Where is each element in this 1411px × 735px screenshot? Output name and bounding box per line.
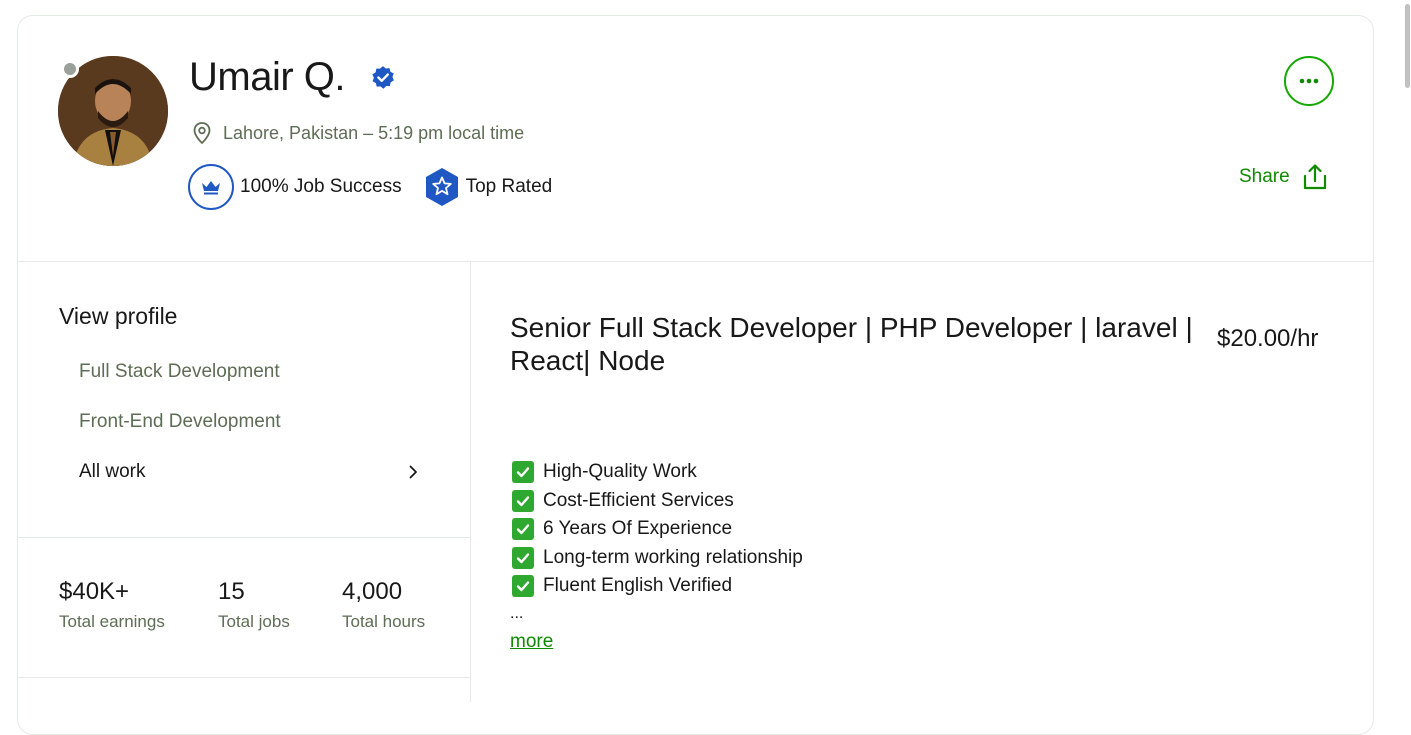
feature-text: Fluent English Verified [543,575,733,597]
share-label: Share [1239,166,1290,187]
share-icon [1303,164,1326,190]
feature-text: 6 Years Of Experience [543,518,733,540]
scrollbar-thumb[interactable] [1405,4,1410,88]
location-text: Lahore, Pakistan – 5:19 pm local time [223,122,525,143]
ellipsis-icon [1299,78,1319,84]
chevron-right-icon [409,465,417,479]
check-mark-icon [512,461,534,484]
feature-list: High-Quality Work Cost-Efficient Service… [512,458,803,601]
profile-title: Senior Full Stack Developer | PHP Develo… [510,312,1193,376]
feature-item: High-Quality Work [512,458,803,487]
stats-divider [18,677,470,678]
sidebar-item-front-end-development[interactable]: Front-End Development [79,411,281,433]
feature-item: Cost-Efficient Services [512,487,803,516]
job-success-label: 100% Job Success [240,176,402,197]
view-profile-heading: View profile [59,303,178,329]
header-divider [18,261,1373,262]
stat-value: $40K+ [59,578,130,605]
sidebar-item-full-stack-development[interactable]: Full Stack Development [79,361,280,383]
top-rated-badge: Top Rated [424,167,553,207]
location-row: Lahore, Pakistan – 5:19 pm local time [191,121,524,145]
feature-text: Cost-Efficient Services [543,489,734,511]
stat-total-earnings: $40K+ Total earnings [59,578,165,632]
description-ellipsis: ... [510,605,524,622]
feature-text: High-Quality Work [543,461,697,483]
top-rated-label: Top Rated [465,176,553,197]
sidebar-divider [18,537,470,538]
stat-label: Total hours [342,612,426,631]
stat-label: Total earnings [59,612,165,631]
feature-item: Long-term working relationship [512,544,803,573]
page-scrollbar[interactable] [1404,0,1411,702]
offline-status-dot [61,60,79,78]
feature-item: 6 Years Of Experience [512,515,803,544]
stat-total-hours: 4,000 Total hours [342,578,425,632]
stat-label: Total jobs [218,612,290,631]
job-success-crown-icon [188,164,234,210]
share-button[interactable]: Share [1239,163,1328,191]
top-rated-star-icon [425,168,458,206]
stat-value: 15 [218,578,245,605]
check-mark-icon [512,575,534,598]
more-options-button[interactable] [1284,56,1334,106]
check-mark-icon [512,518,534,541]
hourly-rate: $20.00/hr [1217,325,1319,352]
stat-value: 4,000 [342,578,403,605]
stat-total-jobs: 15 Total jobs [218,578,290,632]
verified-badge-icon [372,66,394,89]
all-work-label: All work [79,461,146,482]
location-pin-icon [193,122,211,145]
sidebar-item-all-work[interactable]: All work [79,461,419,483]
more-link[interactable]: more [510,631,553,653]
freelancer-name: Umair Q. [189,55,346,99]
badges-row: 100% Job Success Top Rated [188,164,552,210]
check-mark-icon [512,546,534,569]
column-divider [470,262,471,702]
feature-text: Long-term working relationship [543,546,803,568]
check-mark-icon [512,489,534,512]
feature-item: Fluent English Verified [512,572,803,601]
